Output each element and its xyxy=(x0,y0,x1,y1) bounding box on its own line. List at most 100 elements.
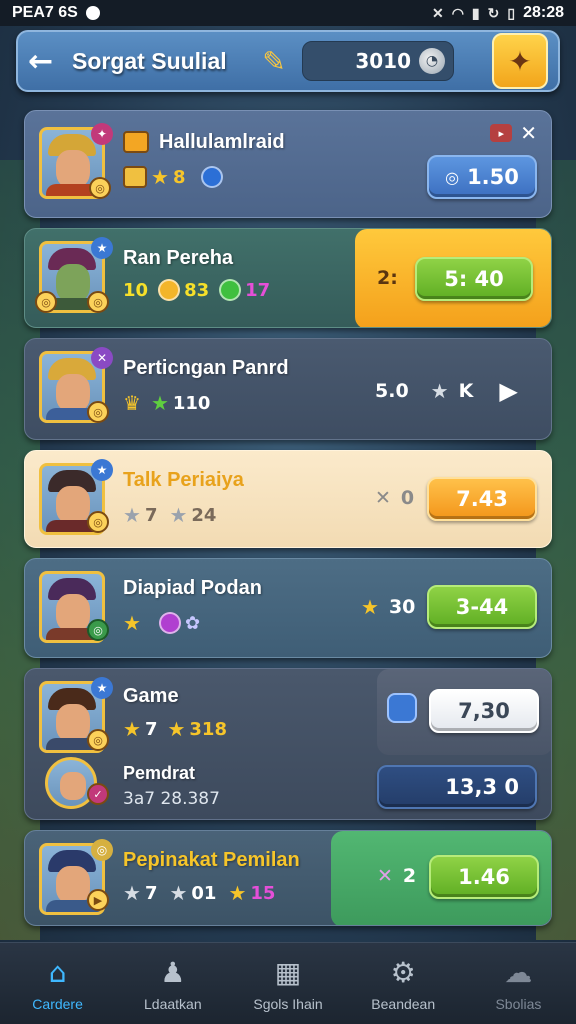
flag-icon[interactable]: ▸ xyxy=(490,124,513,142)
list-item[interactable]: ✕ ◎ Perticngan Panrd ♛ ★ 110 5.0 ★ K ▶ xyxy=(24,338,552,440)
star-icon: ★ xyxy=(361,595,379,619)
stat-value: 7 xyxy=(144,882,158,904)
blue-gem-icon xyxy=(201,166,224,188)
meta-value: 30 xyxy=(388,596,416,618)
nav-label: Ldaatkan xyxy=(144,995,202,1012)
gift-icon xyxy=(387,693,417,723)
bet-button-label: 7,30 xyxy=(458,699,510,723)
level-badge-icon: ◎ xyxy=(87,729,109,751)
play-arrow-icon[interactable]: ▶ xyxy=(499,377,517,405)
player-stats: ★ 7 ★ 01 ★ 15 xyxy=(123,881,275,905)
stat-value: 7 xyxy=(144,718,158,740)
card-controls: ▸ ✕ xyxy=(490,121,537,145)
page-title: Sorgat Suulial xyxy=(72,47,227,74)
list-item[interactable]: ★ ◎ ◎ Ran Pereha 10 83 17 2: 5: 40 xyxy=(24,228,552,328)
signal-icon: ▮ xyxy=(471,4,480,21)
card-meta: ★ 30 xyxy=(361,595,415,619)
stat-value: 01 xyxy=(191,882,217,904)
nav-tab-cards[interactable]: ▦ Sgols Ihain xyxy=(230,943,345,1024)
back-arrow-icon[interactable]: ← xyxy=(28,44,66,79)
list-item[interactable]: ✦ ◎ Hallulamlraid ★ 8 ▸ ✕ ◎ 1.50 xyxy=(24,110,552,218)
side-label: 2: xyxy=(377,267,398,289)
nav-tab-home[interactable]: ⌂ Cardere xyxy=(0,943,115,1024)
player-stats: 10 83 17 xyxy=(123,279,270,301)
home-icon: ⌂ xyxy=(48,956,67,989)
list-item[interactable]: ◎ Diapiad Podan ★ ✿ ★ 30 3-44 xyxy=(24,558,552,658)
card-meta: 5.0 ★ K ▶ xyxy=(375,377,518,405)
clock: 28:28 xyxy=(523,4,564,21)
shield-icon xyxy=(123,166,147,188)
play-button[interactable]: ◎ 1.50 xyxy=(427,155,537,199)
stat-value: 17 xyxy=(245,279,271,301)
star-icon: ★ xyxy=(228,881,247,905)
currency-display: 3010 ◔ xyxy=(302,41,454,81)
player-name: Diapiad Podan xyxy=(123,577,262,599)
flower-icon: ✿ xyxy=(184,612,201,634)
shop-button[interactable]: ✦ xyxy=(492,33,548,89)
player-name: Ran Pereha xyxy=(123,247,234,269)
stat-value: 7 xyxy=(144,504,158,526)
card-meta: ✕ 0 xyxy=(375,487,414,509)
wifi-icon: ◠ xyxy=(451,4,464,21)
play-button[interactable]: 3-44 xyxy=(427,585,537,629)
nav-label: Beandean xyxy=(371,995,436,1012)
level-badge-icon: ◎ xyxy=(35,291,57,313)
secondary-name: Pemdrat xyxy=(123,763,196,783)
rank-badge-icon: ★ xyxy=(91,459,113,481)
play-button[interactable]: 1.46 xyxy=(429,855,539,899)
rank-badge-icon: ✕ xyxy=(91,347,113,369)
list-item[interactable]: ★ ◎ Game ★ 7 ★ 318 ✓ Pemdrat 3a7 28.387 … xyxy=(24,668,552,820)
stat-value: 10 xyxy=(123,279,149,301)
green-star-icon: ★ xyxy=(150,391,169,415)
pencil-icon[interactable]: ✎ xyxy=(252,45,296,78)
list-item[interactable]: ◎ ▶ Pepinakat Pemilan ★ 7 ★ 01 ★ 15 ✕ 2 … xyxy=(24,830,552,926)
play-button[interactable]: 5: 40 xyxy=(415,257,533,301)
level-badge-icon: ▶ xyxy=(87,889,109,911)
card-meta: ✕ 2 xyxy=(377,865,416,887)
top-header: ← Sorgat Suulial ✎ 3010 ◔ ✦ xyxy=(16,30,560,92)
nav-tab-social[interactable]: ☁ Sbolias xyxy=(461,943,576,1024)
stat-value: 83 xyxy=(184,279,210,301)
score-button-label: 13,3 0 xyxy=(445,775,519,799)
player-stats: ★ ✿ xyxy=(123,611,200,635)
bet-button[interactable]: 7,30 xyxy=(429,689,539,733)
level-badge-icon: ◎ xyxy=(89,177,111,199)
secondary-badge-icon: ✓ xyxy=(87,783,109,805)
star-icon: ★ xyxy=(123,611,141,635)
crown-icon: ♛ xyxy=(123,391,141,415)
play-button-label: 1.46 xyxy=(458,865,510,889)
play-button-label: 1.50 xyxy=(467,165,519,189)
score-button[interactable]: 13,3 0 xyxy=(377,765,537,809)
player-stats: ★ 7 ★ 318 xyxy=(123,717,227,741)
vibrate-icon: ✕ xyxy=(431,4,444,21)
purple-gem-icon xyxy=(158,612,181,634)
coin-icon[interactable]: ◔ xyxy=(419,48,445,74)
rank-badge-icon: ★ xyxy=(91,677,113,699)
ghost-icon: ☁ xyxy=(504,956,533,989)
stat-value: 24 xyxy=(191,504,217,526)
treasure-icon: ✦ xyxy=(508,44,532,78)
status-bar: PEA7 6S ✕ ◠ ▮ ↻ ▯ 28:28 xyxy=(0,0,576,26)
nav-label: Cardere xyxy=(32,995,83,1012)
nav-tab-profile[interactable]: ♟ Ldaatkan xyxy=(115,943,230,1024)
star-icon: ★ xyxy=(123,717,141,741)
chest-icon xyxy=(123,131,149,153)
nav-label: Sbolias xyxy=(495,995,542,1012)
player-stats: ★ 8 xyxy=(123,165,224,189)
cards-icon: ▦ xyxy=(274,956,302,989)
close-icon[interactable]: ✕ xyxy=(520,121,537,145)
star-icon: ★ xyxy=(151,165,169,189)
currency-value: 3010 xyxy=(355,49,411,73)
stat-value: 318 xyxy=(189,718,227,740)
silver-star-icon: ★ xyxy=(123,881,141,905)
silver-star-icon: ★ xyxy=(123,503,141,527)
profile-icon: ♟ xyxy=(160,956,186,989)
silver-star-icon: ★ xyxy=(430,379,449,403)
nav-tab-settings[interactable]: ⚙ Beandean xyxy=(346,943,461,1024)
player-name: Hallulamlraid xyxy=(159,131,285,153)
rank-badge-icon: ◎ xyxy=(91,839,113,861)
list-item[interactable]: ★ ◎ Talk Periaiya ★ 7 ★ 24 ✕ 0 7.43 xyxy=(24,450,552,548)
star-icon: ★ xyxy=(167,717,186,741)
play-button[interactable]: 7.43 xyxy=(427,477,537,521)
player-name: Pepinakat Pemilan xyxy=(123,849,300,871)
